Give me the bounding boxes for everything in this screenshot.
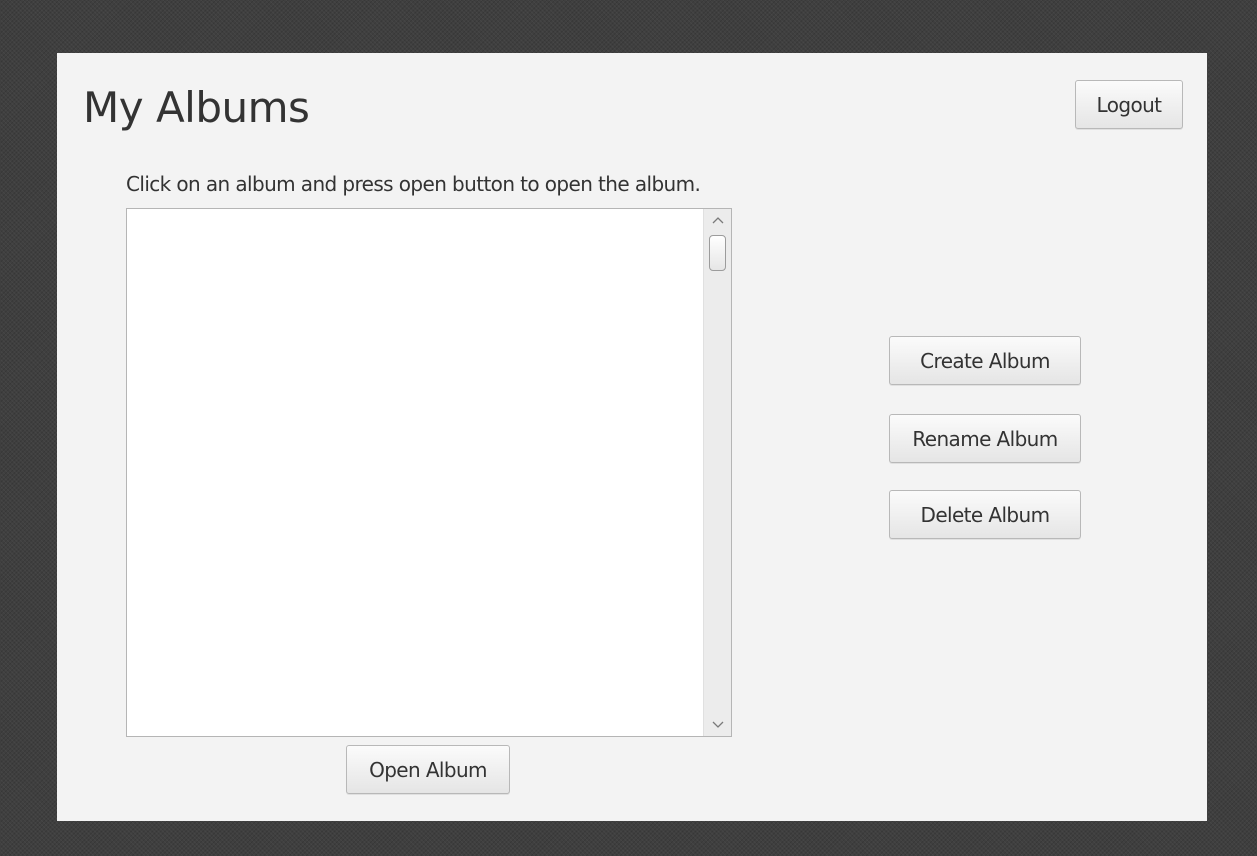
open-album-button[interactable]: Open Album <box>346 745 510 794</box>
chevron-down-icon[interactable] <box>704 714 731 736</box>
album-list-scrollbar[interactable] <box>703 209 731 736</box>
albums-window: My Albums Logout Click on an album and p… <box>57 53 1207 821</box>
logout-button[interactable]: Logout <box>1075 80 1183 129</box>
scrollbar-thumb[interactable] <box>709 235 726 271</box>
rename-album-button[interactable]: Rename Album <box>889 414 1081 463</box>
instructions-text: Click on an album and press open button … <box>126 172 701 196</box>
page-title: My Albums <box>83 83 310 132</box>
delete-album-button[interactable]: Delete Album <box>889 490 1081 539</box>
create-album-button[interactable]: Create Album <box>889 336 1081 385</box>
album-list[interactable] <box>126 208 732 737</box>
chevron-up-icon[interactable] <box>704 209 731 231</box>
